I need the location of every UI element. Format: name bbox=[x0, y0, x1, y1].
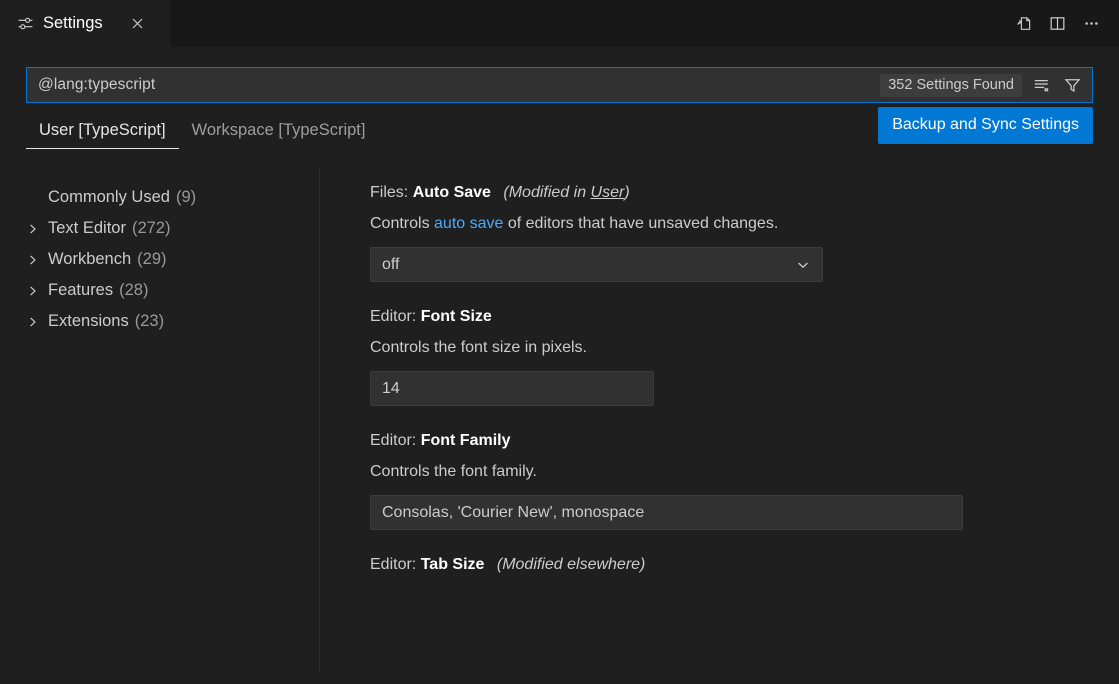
search-controls: 352 Settings Found bbox=[880, 68, 1092, 102]
settings-tabs-row: User [TypeScript] Workspace [TypeScript]… bbox=[0, 103, 1119, 159]
filter-settings-icon[interactable] bbox=[1060, 73, 1084, 97]
setting-name: Font Size bbox=[421, 308, 492, 325]
toc-item-count: (23) bbox=[135, 312, 164, 331]
toc-item-label: Workbench bbox=[48, 250, 131, 269]
setting-input-editor-font-family[interactable]: Consolas, 'Courier New', monospace bbox=[370, 495, 963, 530]
split-editor-icon[interactable] bbox=[1043, 10, 1071, 38]
setting-category: Files: bbox=[370, 184, 408, 201]
chevron-right-icon bbox=[26, 253, 39, 266]
toc-item-count: (29) bbox=[137, 250, 166, 269]
settings-editor-list: Files: Auto Save (Modified in User) Cont… bbox=[320, 168, 1119, 672]
setting-title: Editor: Tab Size (Modified elsewhere) bbox=[370, 556, 1119, 574]
toc-item-label: Extensions bbox=[48, 312, 129, 331]
editor-tab-bar: Settings bbox=[0, 0, 1119, 47]
toc-item-features[interactable]: Features (28) bbox=[0, 275, 319, 306]
settings-table-of-contents: Commonly Used (9) Text Editor (272) Work… bbox=[0, 168, 320, 672]
setting-name: Tab Size bbox=[421, 556, 485, 573]
close-icon[interactable] bbox=[126, 12, 150, 36]
setting-description: Controls the font size in pixels. bbox=[370, 339, 1119, 357]
setting-name: Auto Save bbox=[413, 184, 491, 201]
setting-row-editor-font-family: Editor: Font Family Controls the font fa… bbox=[370, 432, 1119, 530]
toc-item-workbench[interactable]: Workbench (29) bbox=[0, 244, 319, 275]
setting-description: Controls auto save of editors that have … bbox=[370, 215, 1119, 233]
setting-input-value: 14 bbox=[382, 380, 400, 398]
toc-item-label: Text Editor bbox=[48, 219, 126, 238]
setting-description: Controls the font family. bbox=[370, 463, 1119, 481]
toc-item-label: Commonly Used bbox=[48, 188, 170, 207]
setting-input-editor-font-size[interactable]: 14 bbox=[370, 371, 654, 406]
setting-category: Editor: bbox=[370, 432, 416, 449]
editor-tab-settings[interactable]: Settings bbox=[0, 0, 170, 47]
editor-actions bbox=[1009, 0, 1119, 47]
more-actions-icon[interactable] bbox=[1077, 10, 1105, 38]
search-input[interactable]: @lang:typescript bbox=[38, 76, 155, 94]
chevron-right-icon bbox=[26, 315, 39, 328]
editor-tab-label: Settings bbox=[43, 14, 103, 33]
toc-item-extensions[interactable]: Extensions (23) bbox=[0, 306, 319, 337]
toc-item-text-editor[interactable]: Text Editor (272) bbox=[0, 213, 319, 244]
toc-item-count: (272) bbox=[132, 219, 171, 238]
setting-input-value: Consolas, 'Courier New', monospace bbox=[382, 504, 644, 522]
settings-found-badge: 352 Settings Found bbox=[880, 74, 1022, 97]
setting-modified-indicator: (Modified elsewhere) bbox=[497, 556, 646, 573]
toc-item-count: (9) bbox=[176, 188, 196, 207]
setting-dropdown-files-auto-save[interactable]: off bbox=[370, 247, 823, 282]
settings-search-box[interactable]: @lang:typescript 352 Settings Found bbox=[26, 67, 1093, 103]
desc-text-after: of editors that have unsaved changes. bbox=[503, 215, 778, 232]
tab-user-settings-label: User [TypeScript] bbox=[39, 121, 166, 139]
setting-dropdown-value: off bbox=[382, 256, 400, 274]
setting-category: Editor: bbox=[370, 556, 416, 573]
desc-text-before: Controls bbox=[370, 215, 434, 232]
clear-search-results-icon[interactable] bbox=[1029, 73, 1053, 97]
setting-title: Files: Auto Save (Modified in User) bbox=[370, 184, 1119, 202]
tab-workspace-settings[interactable]: Workspace [TypeScript] bbox=[179, 117, 379, 149]
open-settings-json-icon[interactable] bbox=[1009, 10, 1037, 38]
backup-and-sync-settings-button[interactable]: Backup and Sync Settings bbox=[878, 107, 1093, 144]
tab-user-settings[interactable]: User [TypeScript] bbox=[26, 117, 179, 149]
modified-suffix: ) bbox=[624, 184, 629, 201]
setting-title: Editor: Font Size bbox=[370, 308, 1119, 326]
setting-title: Editor: Font Family bbox=[370, 432, 1119, 450]
chevron-down-icon bbox=[795, 257, 811, 273]
modified-source-link[interactable]: User bbox=[591, 184, 625, 201]
setting-name: Font Family bbox=[421, 432, 511, 449]
settings-sliders-icon bbox=[17, 15, 34, 32]
desc-link[interactable]: auto save bbox=[434, 215, 503, 232]
settings-body: Commonly Used (9) Text Editor (272) Work… bbox=[0, 159, 1119, 672]
toc-item-count: (28) bbox=[119, 281, 148, 300]
setting-row-files-auto-save: Files: Auto Save (Modified in User) Cont… bbox=[370, 184, 1119, 282]
chevron-right-icon bbox=[26, 284, 39, 297]
setting-row-editor-tab-size: Editor: Tab Size (Modified elsewhere) bbox=[370, 556, 1119, 574]
modified-prefix: (Modified in bbox=[503, 184, 590, 201]
toc-item-commonly-used[interactable]: Commonly Used (9) bbox=[0, 182, 319, 213]
setting-row-editor-font-size: Editor: Font Size Controls the font size… bbox=[370, 308, 1119, 406]
toc-item-label: Features bbox=[48, 281, 113, 300]
settings-scope-tabs: User [TypeScript] Workspace [TypeScript] bbox=[26, 117, 378, 149]
chevron-right-icon bbox=[26, 222, 39, 235]
setting-modified-indicator: (Modified in User) bbox=[503, 184, 629, 201]
tab-workspace-settings-label: Workspace [TypeScript] bbox=[192, 121, 366, 139]
setting-category: Editor: bbox=[370, 308, 416, 325]
search-row: @lang:typescript 352 Settings Found bbox=[0, 47, 1119, 103]
